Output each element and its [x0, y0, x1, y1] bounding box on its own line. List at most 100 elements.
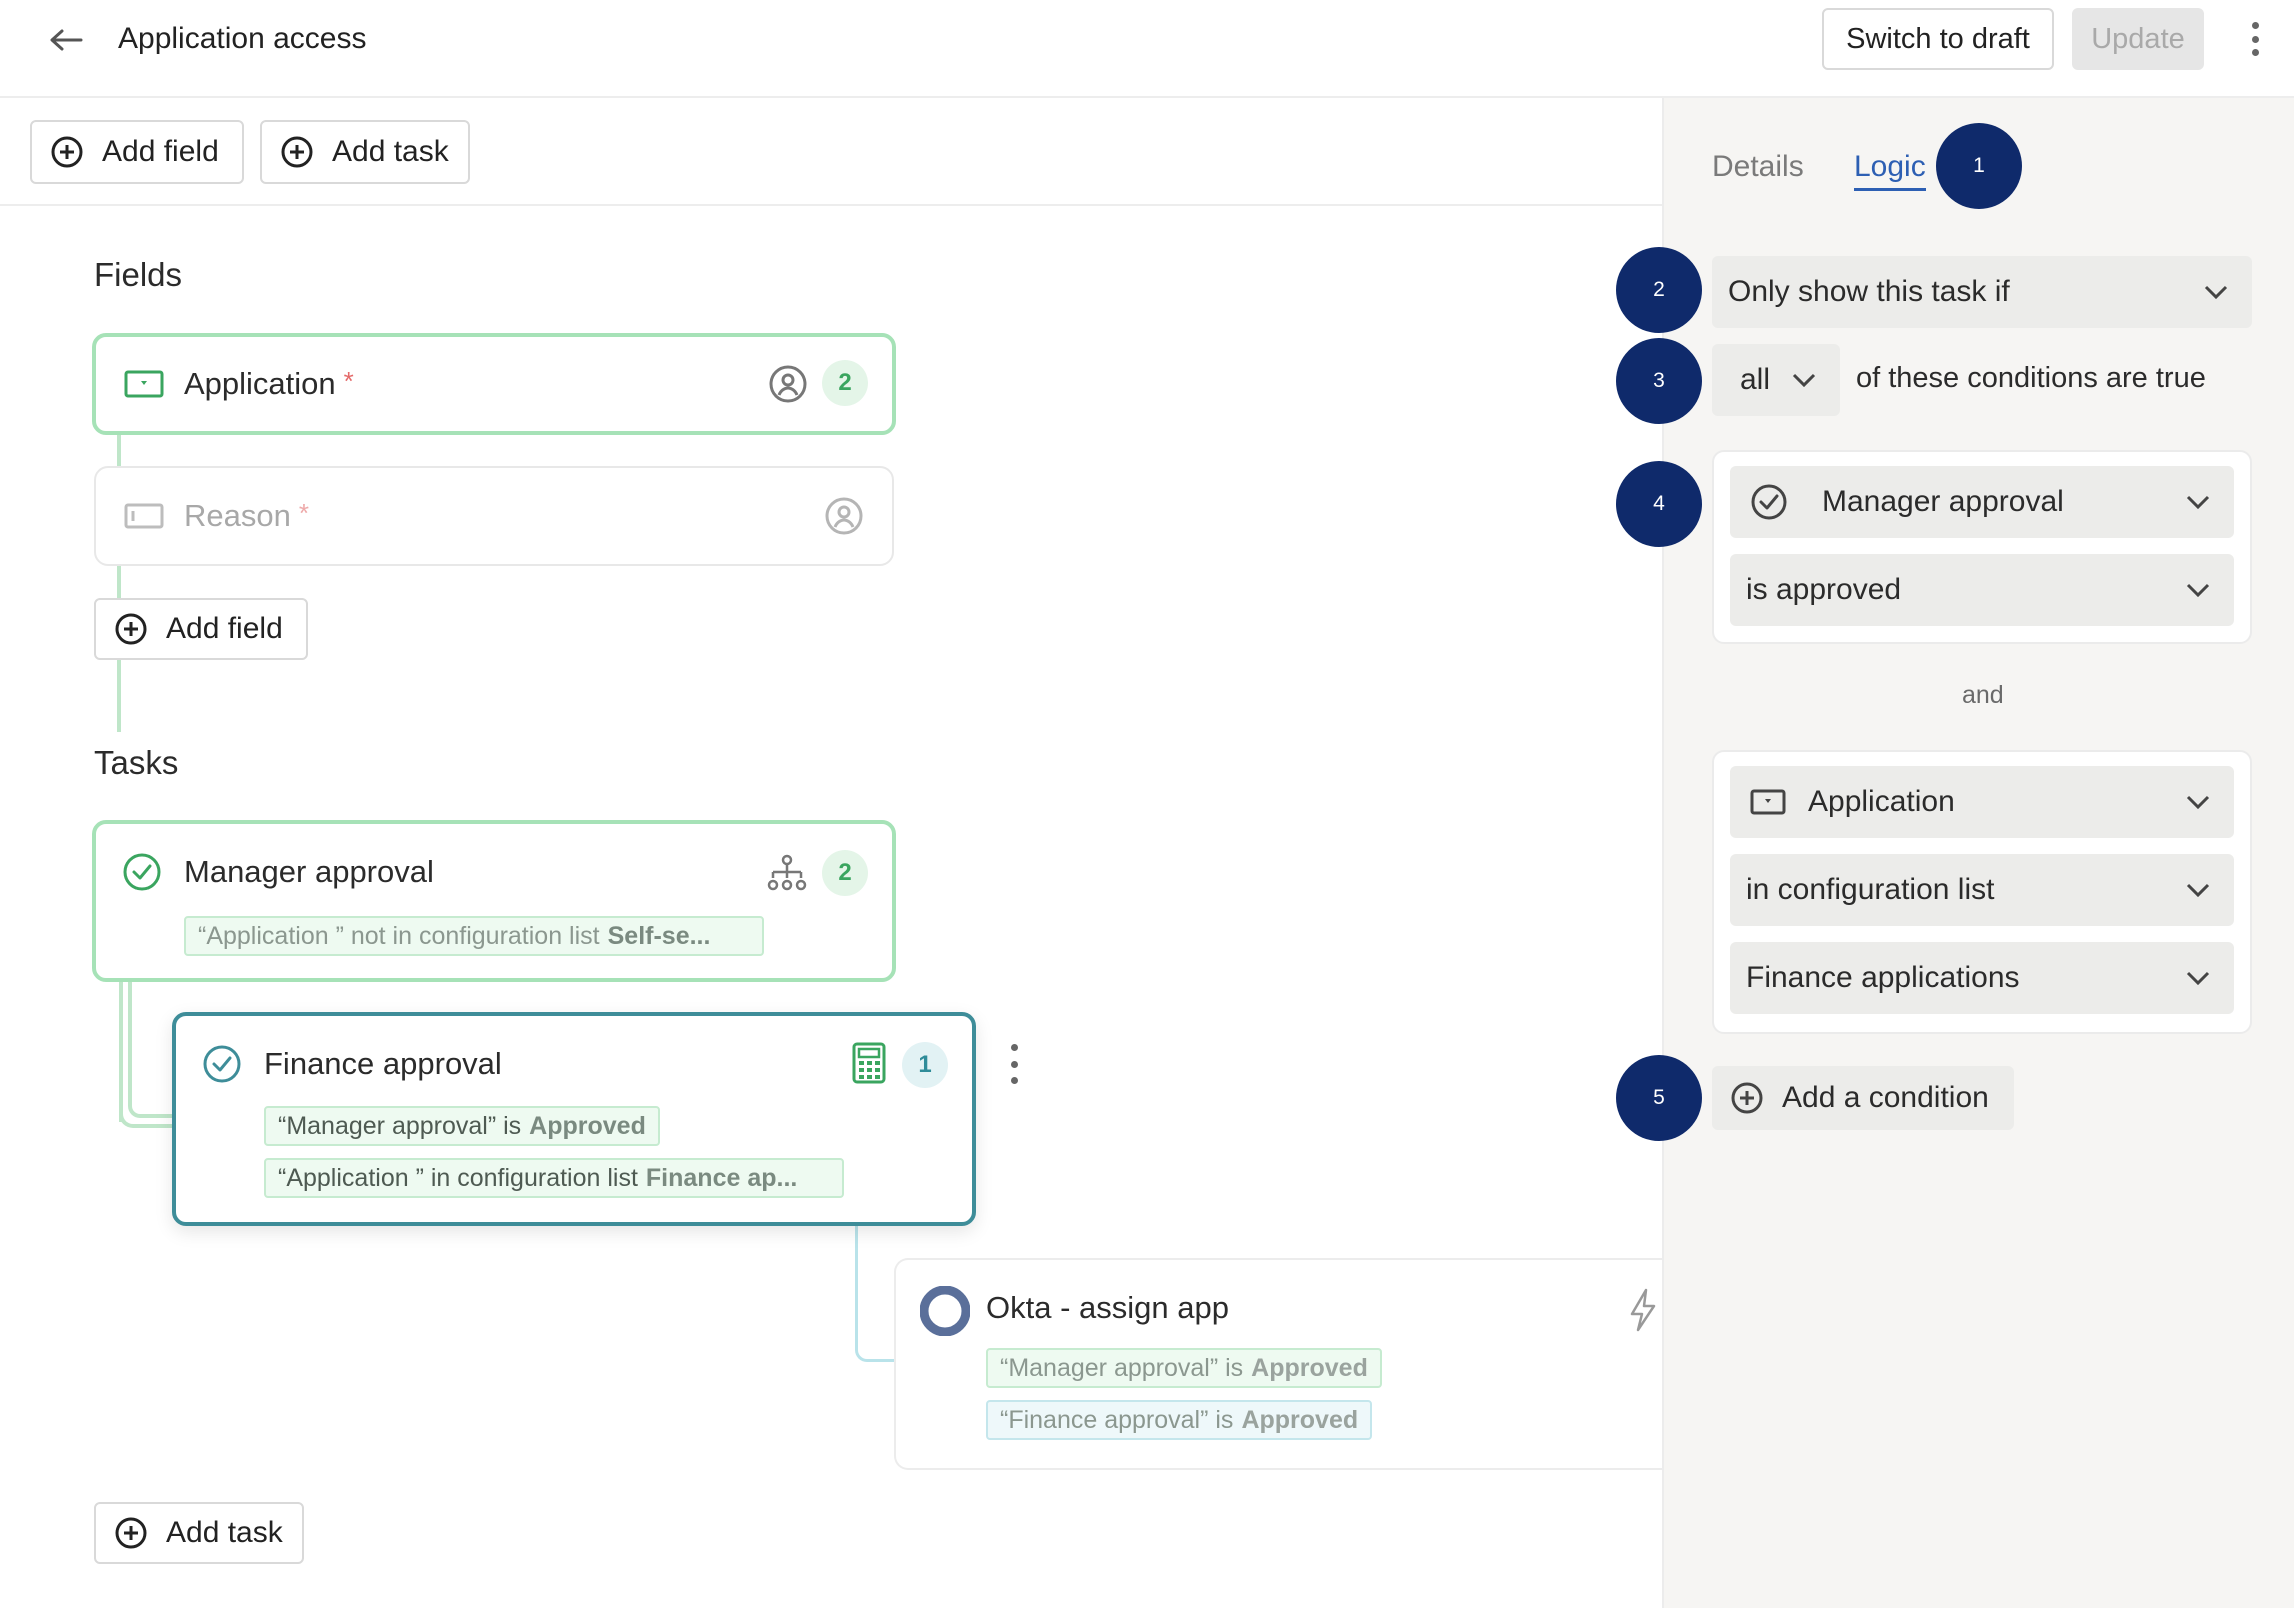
toolbar-add-task-button[interactable]: Add task [260, 120, 470, 184]
chevron-down-icon [2186, 495, 2210, 509]
task-count-badge: 2 [822, 850, 868, 896]
task-card-finance-approval[interactable]: Finance approval 1 “Manager approval” is… [172, 1012, 976, 1226]
step-marker: 4 [1616, 461, 1702, 547]
add-field-label: Add field [166, 612, 283, 645]
condition-subject-dropdown[interactable]: Manager approval [1730, 466, 2234, 538]
condition-tag: “Manager approval” is Approved [264, 1106, 660, 1146]
condition-value: Finance ap... [645, 1163, 798, 1192]
add-condition-button[interactable]: Add a condition [1712, 1066, 2014, 1130]
dropdown-value: Application [1808, 785, 1955, 818]
top-bar: Application access Switch to draft Updat… [0, 0, 2294, 98]
plus-circle-icon [1731, 1082, 1763, 1114]
dropdown-value: Manager approval [1822, 485, 2064, 518]
chevron-down-icon [2204, 285, 2228, 299]
required-mark: * [298, 498, 309, 528]
page-title: Application access [118, 22, 367, 55]
dropdown-value: Finance applications [1746, 961, 2020, 994]
plus-circle-icon [115, 1517, 147, 1549]
condition-text: “Manager approval” is [1000, 1353, 1244, 1382]
more-options-icon[interactable] [2240, 16, 2270, 62]
task-options-icon[interactable] [1004, 1044, 1024, 1084]
task-card-okta-assign-app[interactable]: Okta - assign app “Manager approval” is A… [894, 1258, 1674, 1470]
condition-value: Self-se... [607, 921, 711, 950]
switch-to-draft-button[interactable]: Switch to draft [1822, 8, 2054, 70]
chevron-down-icon [2186, 795, 2210, 809]
add-field-button[interactable]: Add field [94, 598, 308, 660]
connector-line [117, 660, 121, 732]
task-card-manager-approval[interactable]: Manager approval 2 “Application ” not in… [92, 820, 896, 982]
approval-check-icon [203, 1045, 241, 1083]
condition-tag: “Application ” in configuration list Fina… [264, 1158, 844, 1198]
condition-operator-dropdown[interactable]: is approved [1730, 554, 2234, 626]
condition-value: Approved [529, 1111, 646, 1140]
add-task-label: Add task [166, 1516, 283, 1549]
step-marker: 2 [1616, 247, 1702, 333]
dropdown-value: all [1740, 363, 1771, 396]
back-arrow-icon[interactable] [44, 18, 88, 62]
dropdown-value: is approved [1746, 573, 1902, 606]
dropdown-value: Only show this task if [1728, 275, 2010, 308]
task-count-badge: 1 [902, 1042, 948, 1088]
quantifier-suffix: of these conditions are true [1856, 362, 2206, 394]
condition-tag: “Application ” not in configuration list… [184, 916, 764, 956]
tab-logic[interactable]: Logic [1854, 150, 1926, 191]
chevron-down-icon [2186, 971, 2210, 985]
toolbar-add-field-button[interactable]: Add field [30, 120, 244, 184]
condition-joiner: and [1962, 681, 2004, 709]
step-marker: 3 [1616, 338, 1702, 424]
dropdown-value: in configuration list [1746, 873, 1995, 906]
quantifier-dropdown[interactable]: all [1712, 344, 1840, 416]
condition-text: “Manager approval” is [278, 1111, 522, 1140]
step-marker: 5 [1616, 1055, 1702, 1141]
field-card-application[interactable]: Application * 2 [92, 333, 896, 435]
condition-tag: “Manager approval” is Approved [986, 1348, 1382, 1388]
condition-value-dropdown[interactable]: Finance applications [1730, 942, 2234, 1014]
assignee-count-badge: 2 [822, 360, 868, 406]
condition-operator-dropdown[interactable]: in configuration list [1730, 854, 2234, 926]
field-card-reason[interactable]: Reason * [94, 466, 894, 566]
assignee-icon [825, 497, 863, 535]
field-name: Application [184, 366, 336, 401]
visibility-rule-dropdown[interactable]: Only show this task if [1712, 256, 2252, 328]
fields-heading: Fields [94, 256, 183, 293]
task-title: Okta - assign app [986, 1290, 1229, 1325]
approval-check-icon [1751, 484, 1787, 520]
org-chart-icon [767, 854, 807, 891]
lightning-icon [1630, 1288, 1656, 1332]
approval-check-icon [123, 853, 161, 891]
assignee-icon [769, 365, 807, 403]
field-name: Reason [184, 498, 291, 533]
plus-circle-icon [51, 136, 83, 168]
step-marker: 1 [1936, 123, 2022, 209]
plus-circle-icon [115, 613, 147, 645]
chevron-down-icon [2186, 883, 2210, 897]
condition-text: “Application ” in configuration list [278, 1163, 638, 1192]
connector-line [117, 435, 121, 468]
text-field-icon [124, 503, 164, 529]
task-title: Finance approval [264, 1046, 502, 1081]
field-label-reason: Reason * [184, 498, 309, 534]
add-condition-label: Add a condition [1782, 1081, 1989, 1114]
chevron-down-icon [1792, 373, 1816, 387]
tab-details[interactable]: Details [1712, 150, 1804, 184]
editor-toolbar: Add field Add task [0, 100, 1662, 206]
connector-elbow [855, 1226, 897, 1362]
field-label-application: Application * [184, 366, 354, 402]
condition-value: Approved [1241, 1405, 1359, 1434]
condition-tag: “Finance approval” is Approved [986, 1400, 1373, 1440]
chevron-down-icon [2186, 583, 2210, 597]
tasks-heading: Tasks [94, 744, 179, 781]
update-button[interactable]: Update [2072, 8, 2204, 70]
condition-value: Approved [1251, 1353, 1368, 1382]
integration-status-icon [920, 1286, 970, 1336]
toolbar-add-field-label: Add field [102, 135, 219, 168]
required-mark: * [343, 366, 354, 396]
connector-elbow [128, 982, 174, 1118]
connector-line [117, 566, 121, 600]
calculator-icon [852, 1042, 886, 1084]
toolbar-add-task-label: Add task [332, 135, 449, 168]
condition-text: “Finance approval” is [1000, 1405, 1234, 1434]
add-task-button[interactable]: Add task [94, 1502, 304, 1564]
condition-subject-dropdown[interactable]: Application [1730, 766, 2234, 838]
plus-circle-icon [281, 136, 313, 168]
